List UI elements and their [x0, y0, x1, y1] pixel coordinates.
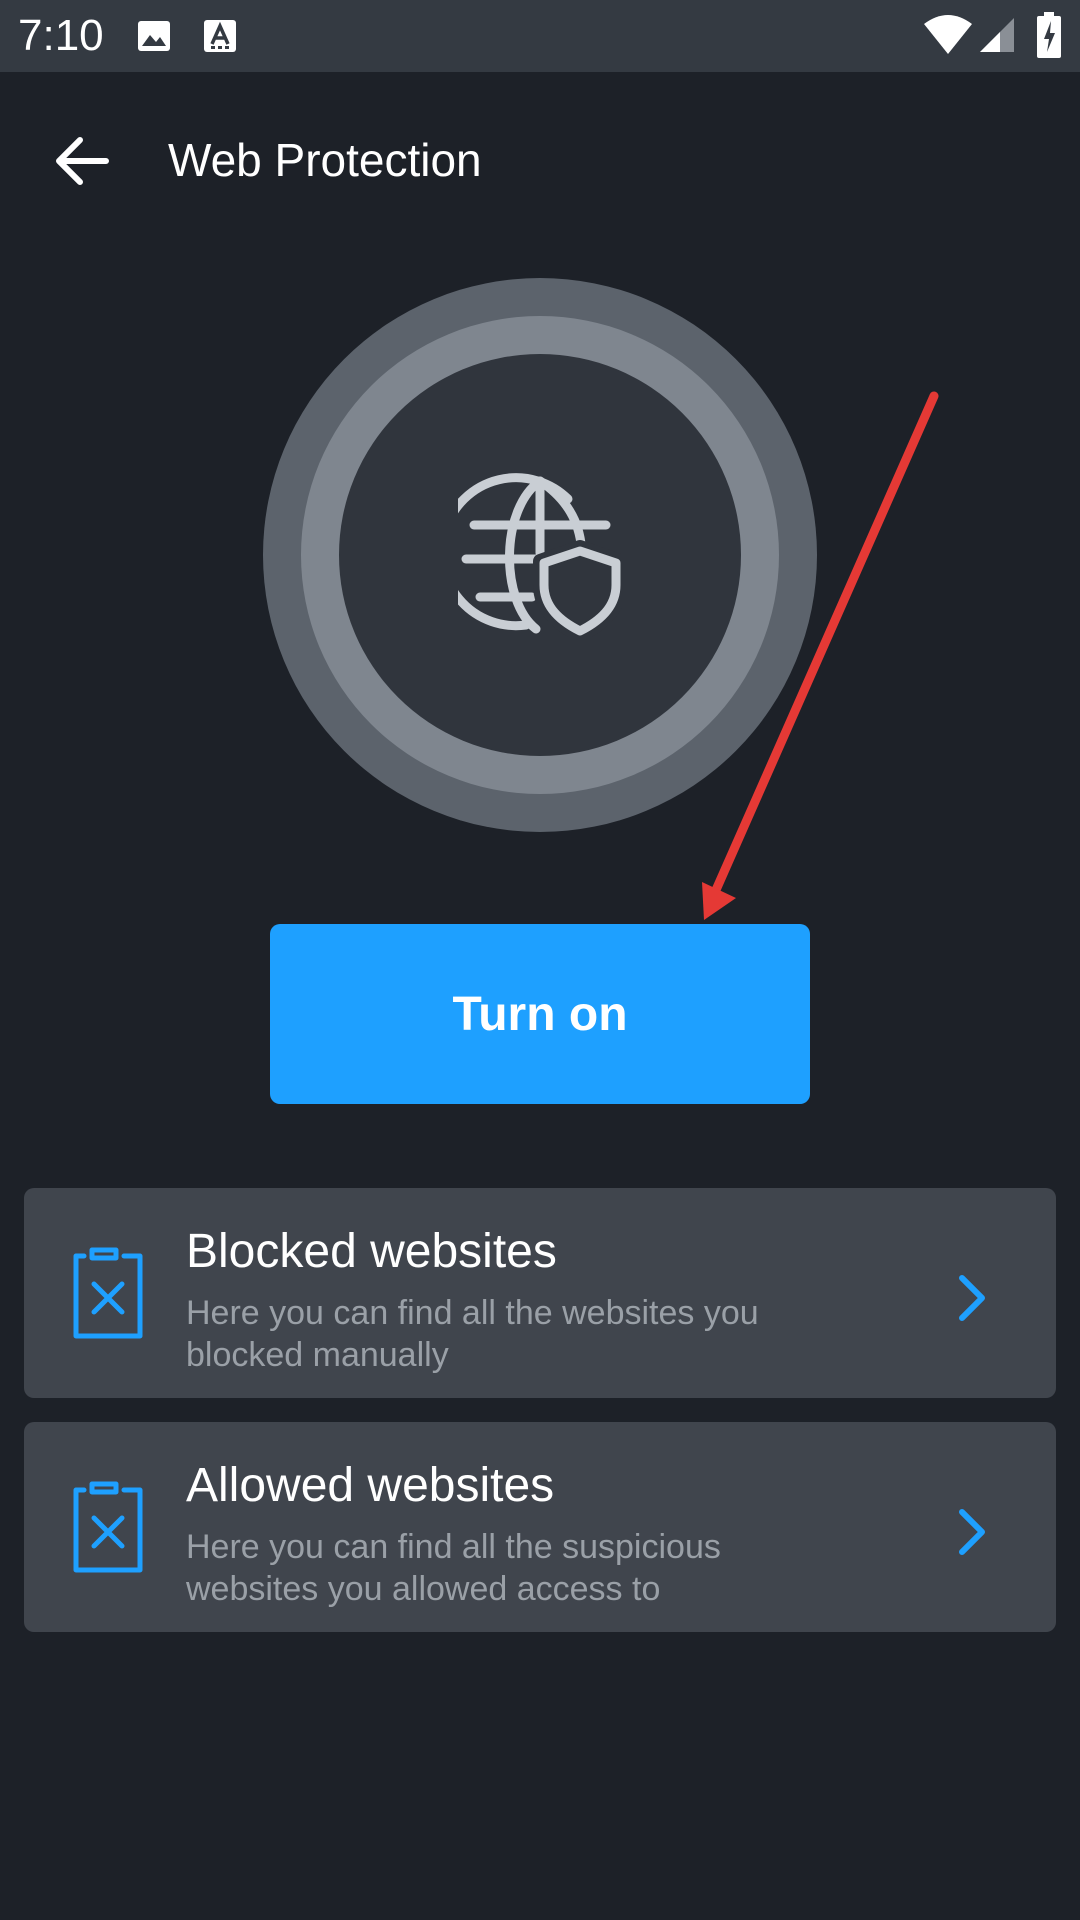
battery-charging-icon	[1037, 12, 1061, 58]
allowed-websites-item[interactable]: Allowed websites Here you can find all t…	[24, 1422, 1056, 1632]
card-title: Allowed websites	[186, 1459, 555, 1512]
turn-on-button[interactable]: Turn on	[270, 924, 810, 1104]
back-button[interactable]	[40, 116, 130, 206]
chevron-right-icon	[959, 1275, 985, 1321]
signal-icon	[980, 18, 1014, 52]
globe-shield-icon	[458, 473, 622, 637]
chevron-right-icon	[959, 1509, 985, 1555]
card-title: Blocked websites	[186, 1225, 557, 1278]
font-icon	[204, 20, 236, 52]
card-description: Here you can find all the suspicious web…	[186, 1528, 721, 1608]
clipboard-x-icon	[73, 1247, 143, 1339]
arrow-left-icon	[56, 137, 109, 185]
image-icon	[138, 21, 170, 51]
wifi-icon	[924, 15, 972, 54]
app-bar: Web Protection	[0, 72, 1080, 242]
card-description: Here you can find all the websites you b…	[186, 1294, 759, 1374]
clipboard-x-icon	[73, 1481, 143, 1573]
status-time: 7:10	[18, 11, 104, 60]
status-bar: 7:10	[0, 0, 1080, 72]
blocked-websites-item[interactable]: Blocked websites Here you can find all t…	[24, 1188, 1056, 1398]
page-title: Web Protection	[168, 134, 482, 186]
